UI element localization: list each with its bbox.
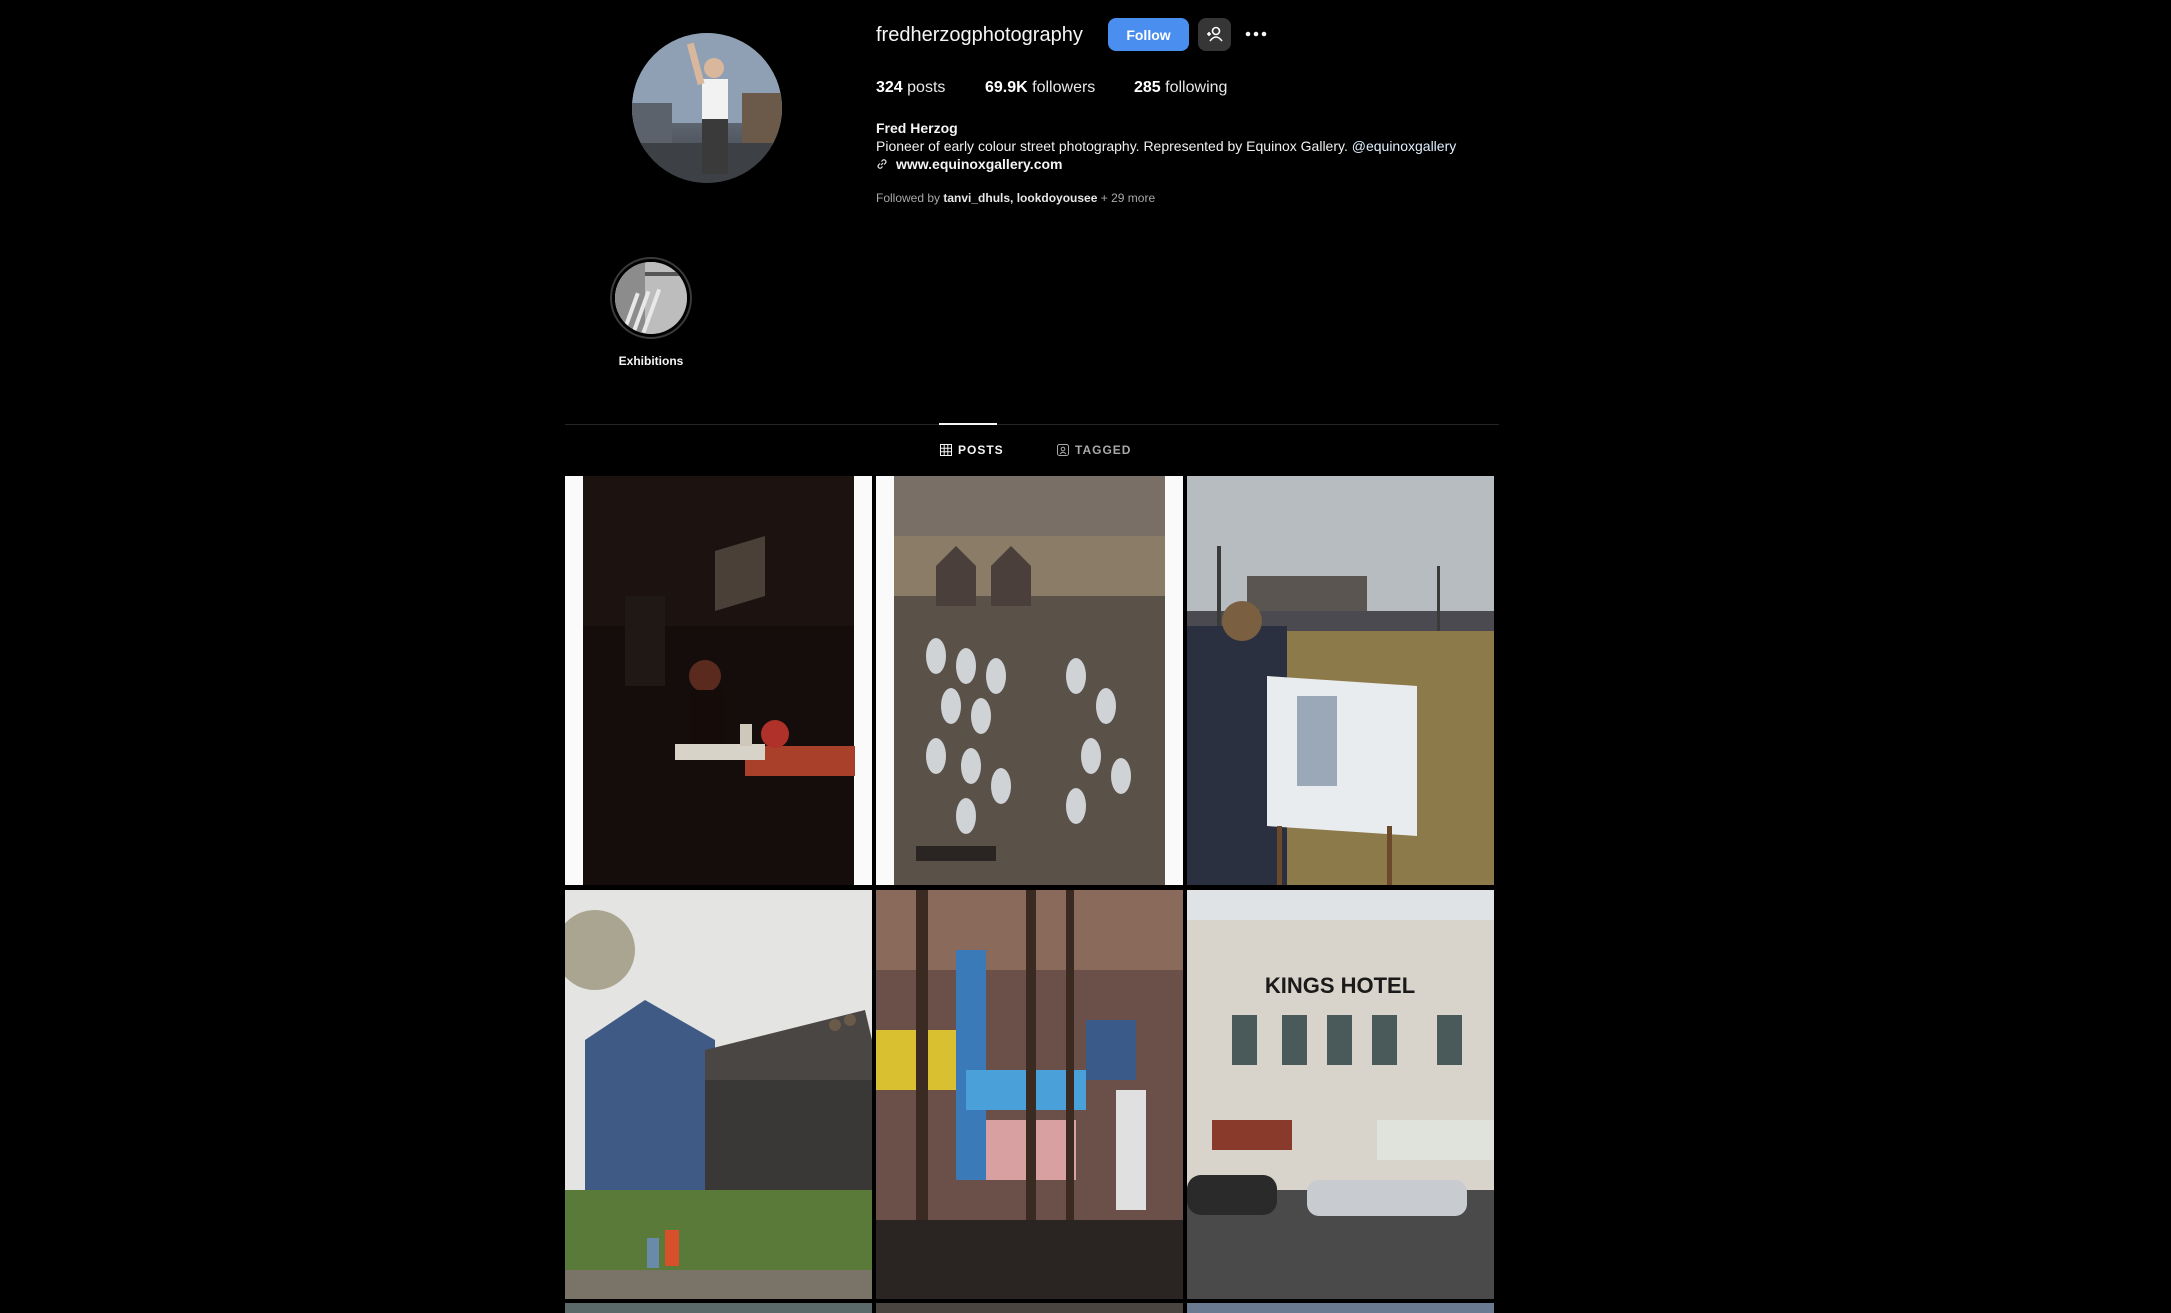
highlight-exhibitions[interactable]	[610, 257, 692, 339]
following-count: 285	[1134, 79, 1161, 96]
more-options-icon	[1245, 31, 1267, 37]
tab-posts[interactable]: POSTS	[940, 443, 1004, 457]
following-label: following	[1165, 79, 1228, 96]
profile-website[interactable]: www.equinoxgallery.com	[876, 156, 1062, 172]
follow-button[interactable]: Follow	[1108, 18, 1189, 51]
post-thumbnail[interactable]	[876, 890, 1183, 1299]
tab-tagged[interactable]: TAGGED	[1057, 443, 1131, 457]
kings-hotel-sign: KINGS HOTEL	[1265, 973, 1415, 998]
followed-by-more[interactable]: + 29 more	[1101, 191, 1155, 205]
add-person-icon	[1207, 26, 1223, 42]
link-icon	[877, 159, 887, 169]
tabs-divider	[565, 424, 1499, 425]
followed-by-prefix: Followed by	[876, 191, 941, 205]
post-thumbnail[interactable]	[565, 476, 872, 885]
post-thumbnail[interactable]	[1187, 476, 1494, 885]
bio-text: Pioneer of early colour street photograp…	[876, 138, 1348, 154]
profile-bio: Pioneer of early colour street photograp…	[876, 138, 1456, 154]
post-thumbnail[interactable]	[565, 1303, 872, 1313]
bio-mention-link[interactable]: @equinoxgallery	[1352, 138, 1457, 154]
post-thumbnail[interactable]	[1187, 1303, 1494, 1313]
grid-icon	[940, 444, 952, 456]
following-stat[interactable]: 285 following	[1134, 79, 1227, 97]
highlight-cover	[615, 262, 687, 334]
profile-avatar[interactable]	[632, 33, 782, 183]
followed-by-names[interactable]: tanvi_dhuls, lookdoyousee	[943, 191, 1097, 205]
post-thumbnail[interactable]	[565, 890, 872, 1299]
posts-label: posts	[907, 79, 946, 96]
tab-tagged-label: TAGGED	[1075, 443, 1132, 457]
website-link[interactable]: www.equinoxgallery.com	[896, 156, 1062, 172]
suggest-accounts-button[interactable]	[1198, 18, 1231, 51]
posts-count: 324	[876, 79, 903, 96]
more-options-button[interactable]	[1244, 24, 1268, 44]
profile-full-name: Fred Herzog	[876, 120, 958, 136]
post-thumbnail[interactable]: KINGS HOTEL	[1187, 890, 1494, 1299]
tab-posts-label: POSTS	[958, 443, 1004, 457]
followers-label: followers	[1032, 79, 1096, 96]
highlight-label: Exhibitions	[618, 354, 684, 368]
post-thumbnail[interactable]	[876, 1303, 1183, 1313]
followed-by[interactable]: Followed by tanvi_dhuls, lookdoyousee + …	[876, 191, 1155, 205]
post-thumbnail[interactable]	[876, 476, 1183, 885]
active-tab-indicator	[939, 423, 997, 425]
posts-stat: 324 posts	[876, 79, 945, 97]
followers-stat[interactable]: 69.9K followers	[985, 79, 1095, 97]
tagged-icon	[1057, 444, 1069, 456]
followers-count: 69.9K	[985, 79, 1028, 96]
profile-username: fredherzogphotography	[876, 24, 1083, 46]
